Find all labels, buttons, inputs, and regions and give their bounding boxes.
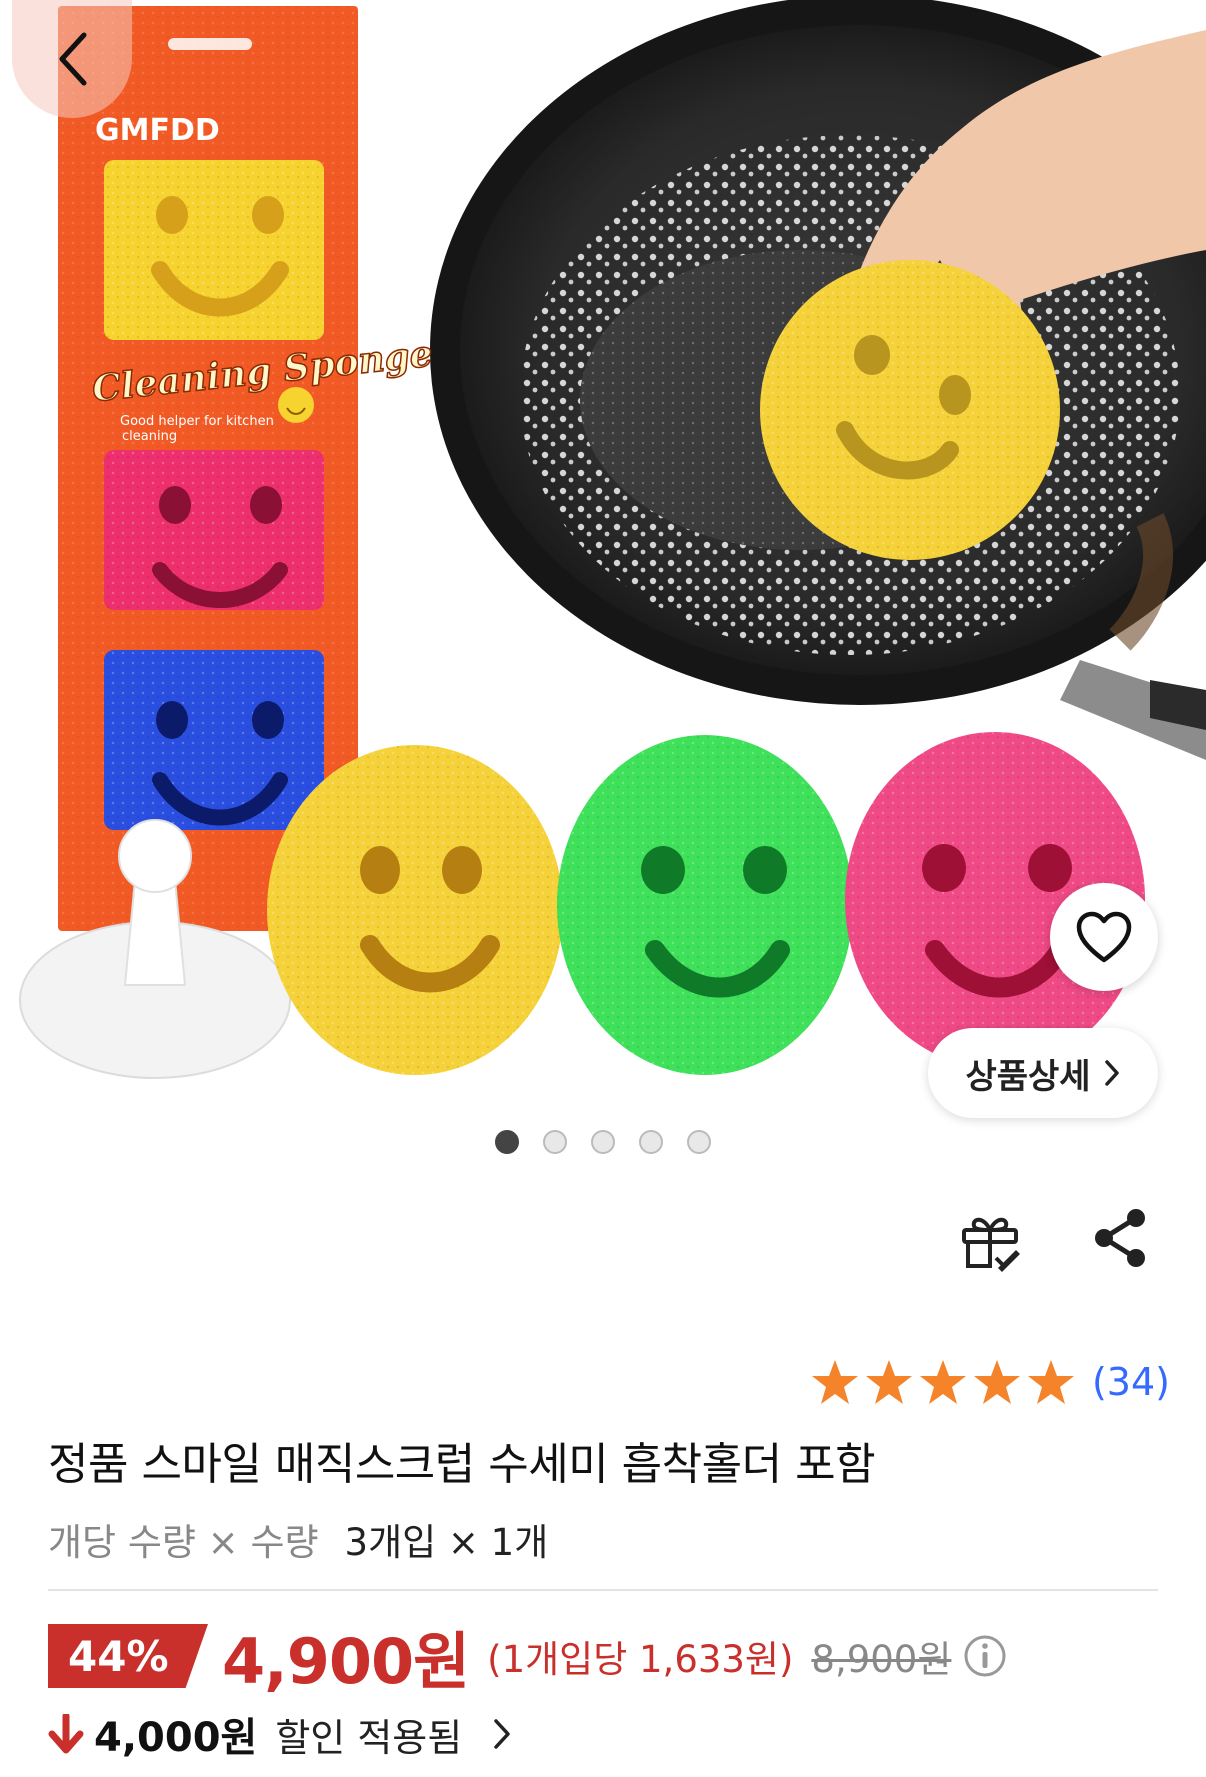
star-icon (865, 1360, 912, 1404)
quantity-value: 3개입 × 1개 (344, 1521, 549, 1564)
gift-icon[interactable] (958, 1208, 1022, 1272)
review-count[interactable]: (34) (1092, 1360, 1170, 1404)
carousel-dot[interactable] (495, 1130, 519, 1154)
product-detail-label: 상품상세 (965, 1056, 1091, 1097)
product-image-carousel[interactable]: GMFDD Cleaning Sponge Good helper for ki… (0, 0, 1206, 1165)
carousel-dot[interactable] (591, 1130, 615, 1154)
star-icon (973, 1360, 1020, 1404)
quantity-label: 개당 수량 × 수량 (48, 1521, 319, 1564)
carousel-dot[interactable] (543, 1130, 567, 1154)
coupon-text: 할인 적용됨 (275, 1715, 463, 1760)
chevron-left-icon (59, 32, 87, 86)
product-detail-button[interactable]: 상품상세 (928, 1028, 1158, 1118)
original-price: 8,900원 (811, 1638, 952, 1681)
box-subtitle-text: Good helper for kitchen (120, 414, 274, 429)
product-rating[interactable]: (34) (810, 1358, 1170, 1406)
carousel-indicator (0, 1130, 1206, 1154)
box-brand-text: GMFDD (95, 113, 220, 148)
sale-price: 4,900원 (222, 1625, 470, 1698)
coupon-discount-row[interactable]: 4,000원 할인 적용됨 (48, 1705, 512, 1763)
star-icon (1027, 1360, 1074, 1404)
back-button[interactable] (12, 0, 132, 118)
share-icon[interactable] (1092, 1206, 1148, 1270)
carousel-dot[interactable] (687, 1130, 711, 1154)
divider (48, 1589, 1158, 1591)
star-icon (919, 1360, 966, 1404)
price-row: 44% 4,900원 (1개입당 1,633원) 8,900원 (48, 1618, 1007, 1698)
product-photo: GMFDD Cleaning Sponge Good helper for ki… (19, 0, 1206, 1079)
coupon-amount: 4,000원 (94, 1715, 258, 1761)
quantity-info: 개당 수량 × 수량 3개입 × 1개 (48, 1512, 548, 1566)
info-icon[interactable] (963, 1634, 1007, 1678)
wishlist-button[interactable] (1050, 883, 1158, 991)
chevron-right-icon (1104, 1060, 1119, 1086)
star-icon (811, 1360, 858, 1404)
arrow-down-icon (48, 1714, 84, 1754)
product-title: 정품 스마일 매직스크럽 수세미 흡착홀더 포함 (48, 1439, 876, 1490)
discount-badge: 44% (48, 1624, 208, 1688)
rating-stars (810, 1358, 1076, 1406)
unit-price: (1개입당 1,633원) (487, 1638, 794, 1681)
carousel-dot[interactable] (639, 1130, 663, 1154)
box-subtitle-text-2: cleaning (122, 429, 177, 444)
heart-icon (1076, 911, 1132, 963)
chevron-right-icon (494, 1719, 510, 1749)
